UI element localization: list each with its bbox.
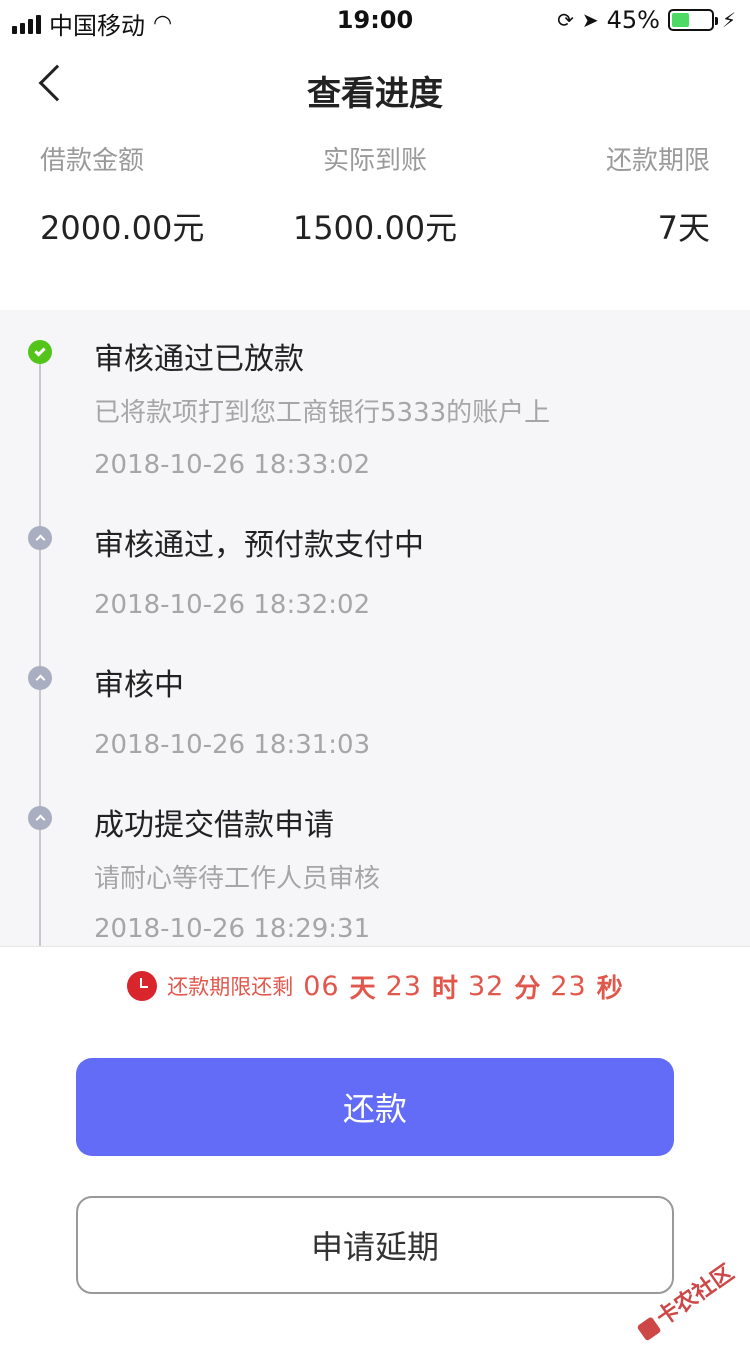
caret-up-circle-icon bbox=[28, 806, 52, 830]
timeline-item-time: 2018-10-26 18:29:31 bbox=[94, 914, 371, 944]
timeline-item-title: 审核中 bbox=[94, 668, 184, 703]
clock-icon bbox=[127, 971, 158, 1001]
check-circle-icon bbox=[28, 340, 52, 364]
timeline-item-title: 审核通过，预付款支付中 bbox=[94, 528, 424, 563]
countdown-hours: 23 bbox=[385, 970, 422, 1002]
countdown-days-unit: 天 bbox=[349, 973, 376, 1004]
repay-button[interactable]: 还款 bbox=[76, 1058, 674, 1156]
apply-extension-button[interactable]: 申请延期 bbox=[76, 1196, 674, 1294]
progress-timeline[interactable]: 审核通过已放款 已将款项打到您工商银行5333的账户上 2018-10-26 1… bbox=[0, 310, 750, 946]
countdown-hours-unit: 时 bbox=[431, 973, 458, 1004]
timeline-item-time: 2018-10-26 18:33:02 bbox=[94, 450, 371, 480]
rotation-lock-icon: ⟳ bbox=[557, 8, 574, 32]
countdown-seconds-unit: 秒 bbox=[596, 973, 623, 1004]
status-right: ⟳ ➤ 45% ⚡ bbox=[557, 6, 736, 34]
repay-term-label: 还款期限 bbox=[605, 146, 710, 176]
countdown-minutes: 32 bbox=[468, 970, 505, 1002]
countdown-minutes-unit: 分 bbox=[514, 973, 541, 1004]
countdown-label: 还款期限还剩 bbox=[167, 975, 294, 999]
loan-summary: 借款金额 2000.00元 实际到账 1500.00元 还款期限 7天 bbox=[0, 140, 750, 310]
caret-up-circle-icon bbox=[28, 666, 52, 690]
battery-percent: 45% bbox=[606, 6, 660, 34]
divider bbox=[0, 946, 750, 947]
timeline-item-title: 成功提交借款申请 bbox=[94, 808, 334, 843]
repay-term-value: 7天 bbox=[657, 209, 710, 247]
timeline-line bbox=[39, 350, 41, 946]
repay-countdown: 还款期限还剩 06 天 23 时 32 分 23 秒 bbox=[0, 966, 750, 1006]
page-title: 查看进度 bbox=[307, 74, 443, 114]
caret-up-circle-icon bbox=[28, 526, 52, 550]
countdown-seconds: 23 bbox=[550, 970, 587, 1002]
battery-icon bbox=[667, 9, 718, 31]
timeline-item-desc: 请耐心等待工作人员审核 bbox=[94, 864, 381, 894]
status-bar: 中国移动 ◠ 19:00 ⟳ ➤ 45% ⚡ bbox=[0, 0, 750, 40]
repay-term: 还款期限 7天 bbox=[606, 140, 710, 249]
charging-icon: ⚡ bbox=[721, 8, 736, 32]
countdown-days: 06 bbox=[303, 970, 340, 1002]
location-icon: ➤ bbox=[581, 8, 599, 32]
timeline-item-time: 2018-10-26 18:32:02 bbox=[94, 590, 371, 620]
nav-bar: 查看进度 bbox=[0, 40, 750, 130]
timeline-item-title: 审核通过已放款 bbox=[94, 342, 304, 377]
timeline-item-time: 2018-10-26 18:31:03 bbox=[94, 730, 371, 760]
timeline-item-desc: 已将款项打到您工商银行5333的账户上 bbox=[94, 398, 551, 428]
battery-fill bbox=[671, 13, 689, 27]
